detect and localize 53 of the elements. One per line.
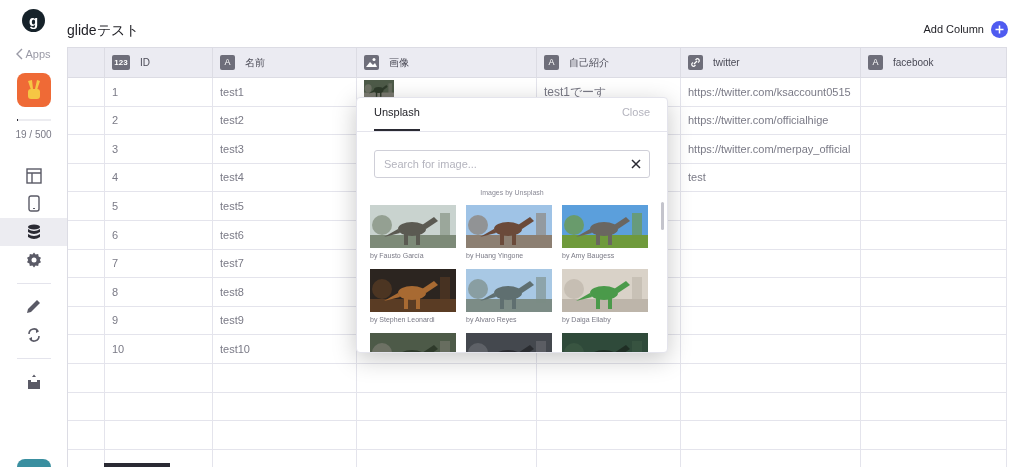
database-icon bbox=[26, 223, 41, 240]
table-cell: https://twitter.com/ksaccount0515 bbox=[681, 78, 861, 107]
column-type-icon: A bbox=[220, 55, 235, 70]
column-type-icon: A bbox=[544, 55, 559, 70]
column-header[interactable]: A 自己紹介 bbox=[537, 48, 681, 78]
column-label: ID bbox=[140, 56, 150, 70]
picker-tab[interactable]: Unsplash bbox=[374, 103, 420, 131]
layout-icon bbox=[25, 167, 42, 184]
column-header[interactable]: A facebook bbox=[861, 48, 1007, 78]
scrollbar-thumb[interactable] bbox=[661, 201, 664, 230]
column-header[interactable]: 123 ID bbox=[105, 48, 213, 78]
column-label: 自己紹介 bbox=[569, 56, 609, 70]
app-logo[interactable]: g bbox=[22, 9, 45, 32]
search-field[interactable]: Search for image... bbox=[374, 150, 650, 178]
table-cell: test bbox=[681, 163, 861, 193]
usage-count: 19 / 500 bbox=[15, 127, 52, 142]
table-cell: https://twitter.com/merpay_official bbox=[681, 135, 861, 164]
link-icon bbox=[688, 55, 703, 70]
table-cell: 10 bbox=[105, 335, 213, 364]
table-cell: test1 bbox=[213, 78, 357, 107]
column-type-icon: 123 bbox=[112, 55, 130, 70]
app-title: glideテスト bbox=[67, 21, 139, 40]
table-cell: 5 bbox=[105, 192, 213, 221]
table-cell: https://twitter.com/officialhige bbox=[681, 106, 861, 136]
nav-item[interactable] bbox=[0, 217, 67, 246]
column-header[interactable]: twitter bbox=[681, 48, 861, 78]
column-label: 画像 bbox=[389, 56, 409, 70]
plus-icon bbox=[991, 21, 1008, 38]
image-icon bbox=[364, 55, 379, 70]
table-cell: 9 bbox=[105, 306, 213, 336]
table-cell: 3 bbox=[105, 135, 213, 164]
add-column-button[interactable]: Add Column bbox=[923, 21, 1008, 38]
table-cell: 8 bbox=[105, 278, 213, 307]
table-cell: 6 bbox=[105, 220, 213, 250]
column-label: twitter bbox=[713, 56, 740, 70]
app-icon[interactable] bbox=[16, 72, 51, 107]
table-cell: 2 bbox=[105, 106, 213, 136]
column-type-icon: A bbox=[868, 55, 883, 70]
pencil-icon bbox=[26, 299, 41, 314]
column-header[interactable]: 画像 bbox=[357, 48, 537, 78]
settings-icon bbox=[25, 251, 42, 268]
table-cell: 4 bbox=[105, 163, 213, 193]
clear-icon[interactable] bbox=[631, 159, 641, 169]
table-cell: 1 bbox=[105, 78, 213, 107]
help-button[interactable] bbox=[16, 459, 51, 467]
column-label: facebook bbox=[893, 56, 934, 70]
chevron-left-icon bbox=[16, 48, 24, 61]
phone-icon bbox=[27, 195, 40, 212]
share-icon bbox=[26, 373, 41, 390]
column-label: 名前 bbox=[245, 56, 265, 70]
table-cell: 7 bbox=[105, 249, 213, 279]
column-header[interactable]: A 名前 bbox=[213, 48, 357, 78]
sync-icon bbox=[25, 326, 42, 343]
